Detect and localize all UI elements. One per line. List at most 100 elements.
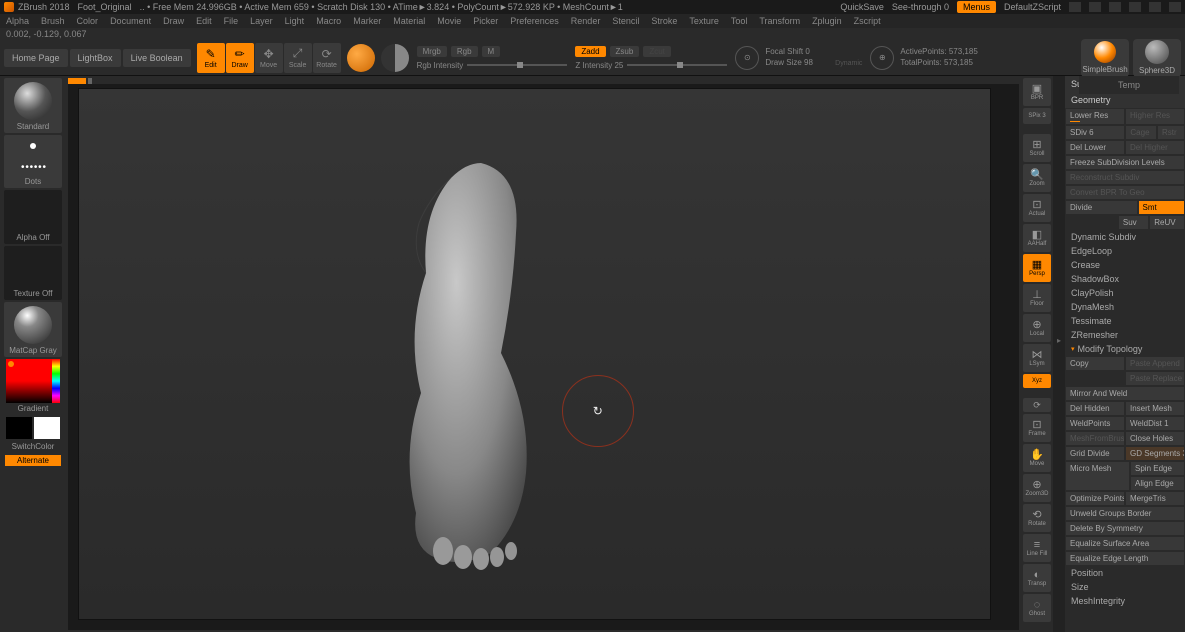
menu-preferences[interactable]: Preferences — [510, 16, 559, 26]
live-boolean-button[interactable]: Live Boolean — [123, 49, 191, 67]
draw-size-label[interactable]: Draw Size 98 — [765, 58, 813, 67]
del-hidden-button[interactable]: Del Hidden — [1065, 401, 1125, 416]
menu-stroke[interactable]: Stroke — [651, 16, 677, 26]
lightbox-button[interactable]: LightBox — [70, 49, 121, 67]
sculptris-button[interactable] — [381, 44, 409, 72]
menu-zscript[interactable]: Zscript — [854, 16, 881, 26]
dynamic-toggle[interactable]: Dynamic — [835, 60, 862, 67]
modify-topology-section[interactable]: ▾Modify Topology — [1065, 342, 1185, 356]
mirror-weld-button[interactable]: Mirror And Weld — [1065, 386, 1185, 401]
weld-points-button[interactable]: WeldPoints — [1065, 416, 1125, 431]
rotate-view-button[interactable]: ⟲Rotate — [1023, 504, 1051, 532]
frame-button[interactable]: ⊡Frame — [1023, 414, 1051, 442]
seethrough-slider[interactable]: See-through 0 — [892, 2, 949, 12]
rgb-button[interactable]: Rgb — [451, 46, 478, 57]
header-icon-5[interactable] — [1149, 2, 1161, 12]
del-lower-button[interactable]: Del Lower — [1065, 140, 1125, 155]
xyz-button[interactable]: Xyz — [1023, 374, 1051, 388]
cage-button[interactable]: Cage — [1125, 125, 1157, 140]
menu-light[interactable]: Light — [285, 16, 305, 26]
floor-button[interactable]: ⊥Floor — [1023, 284, 1051, 312]
close-holes-button[interactable]: Close Holes — [1125, 431, 1185, 446]
menu-macro[interactable]: Macro — [316, 16, 341, 26]
gd-segments-slider[interactable]: GD Segments 3 — [1125, 446, 1185, 461]
menu-edit[interactable]: Edit — [196, 16, 212, 26]
unweld-groups-button[interactable]: Unweld Groups Border — [1065, 506, 1185, 521]
switch-color-button[interactable]: SwitchColor — [12, 442, 55, 451]
scale-mode-button[interactable]: ⤢Scale — [284, 43, 312, 73]
material-selector[interactable]: MatCap Gray — [4, 302, 62, 357]
mesh-from-brush-button[interactable]: MeshFromBrush — [1065, 431, 1125, 446]
draw-mode-button[interactable]: ✏Draw — [226, 43, 254, 73]
home-page-button[interactable]: Home Page — [4, 49, 68, 67]
smt-button[interactable]: Smt — [1138, 200, 1185, 215]
menu-document[interactable]: Document — [110, 16, 151, 26]
shadowbox-section[interactable]: ShadowBox — [1065, 272, 1185, 286]
crease-section[interactable]: Crease — [1065, 258, 1185, 272]
menu-alpha[interactable]: Alpha — [6, 16, 29, 26]
menu-file[interactable]: File — [224, 16, 239, 26]
main-color-swatch[interactable] — [6, 417, 32, 439]
higher-res-button[interactable]: Higher Res — [1125, 108, 1185, 125]
position-section[interactable]: Position — [1065, 566, 1185, 580]
menu-movie[interactable]: Movie — [437, 16, 461, 26]
claypolish-section[interactable]: ClayPolish — [1065, 286, 1185, 300]
history-bar[interactable] — [68, 78, 1019, 84]
del-higher-button[interactable]: Del Higher — [1125, 140, 1185, 155]
menu-tool[interactable]: Tool — [731, 16, 748, 26]
menu-material[interactable]: Material — [393, 16, 425, 26]
ghost-button[interactable]: ◌Ghost — [1023, 594, 1051, 622]
convert-bpr-button[interactable]: Convert BPR To Geo — [1065, 185, 1185, 200]
quicksave-button[interactable]: QuickSave — [840, 2, 884, 12]
rotate-indicator[interactable]: ⟳ — [1023, 398, 1051, 412]
scroll-button[interactable]: ⊞Scroll — [1023, 134, 1051, 162]
zadd-button[interactable]: Zadd — [575, 46, 605, 57]
actual-button[interactable]: ⊡Actual — [1023, 194, 1051, 222]
rstr-button[interactable]: Rstr — [1157, 125, 1185, 140]
divide-button[interactable]: Divide — [1065, 200, 1138, 215]
header-icon-1[interactable] — [1069, 2, 1081, 12]
menus-button[interactable]: Menus — [957, 1, 996, 13]
menu-texture[interactable]: Texture — [689, 16, 719, 26]
default-zscript[interactable]: DefaultZScript — [1004, 2, 1061, 12]
grid-divide-button[interactable]: Grid Divide — [1065, 446, 1125, 461]
equalize-surface-button[interactable]: Equalize Surface Area — [1065, 536, 1185, 551]
insert-mesh-button[interactable]: Insert Mesh — [1125, 401, 1185, 416]
bpr-button[interactable]: ▣BPR — [1023, 78, 1051, 106]
menu-color[interactable]: Color — [77, 16, 99, 26]
move-mode-button[interactable]: ✥Move — [255, 43, 283, 73]
geometry-header[interactable]: Geometry — [1065, 92, 1185, 108]
paste-append-button[interactable]: Paste Append — [1125, 356, 1185, 371]
mrgb-button[interactable]: Mrgb — [417, 46, 447, 57]
gizmo-button[interactable] — [347, 44, 375, 72]
optimize-points-button[interactable]: Optimize Points — [1065, 491, 1125, 506]
mesh-integrity-section[interactable]: MeshIntegrity — [1065, 594, 1185, 608]
focal-shift-icon[interactable]: ⊙ — [735, 46, 759, 70]
texture-selector[interactable]: Texture Off — [4, 246, 62, 300]
rotate-mode-button[interactable]: ⟳Rotate — [313, 43, 341, 73]
menu-zplugin[interactable]: Zplugin — [812, 16, 842, 26]
menu-transform[interactable]: Transform — [759, 16, 800, 26]
copy-button[interactable]: Copy — [1065, 356, 1125, 371]
local-button[interactable]: ⊕Local — [1023, 314, 1051, 342]
persp-button[interactable]: ▦Persp — [1023, 254, 1051, 282]
edit-mode-button[interactable]: ✎Edit — [197, 43, 225, 73]
alternate-button[interactable]: Alternate — [5, 455, 61, 466]
freeze-subd-button[interactable]: Freeze SubDivision Levels — [1065, 155, 1185, 170]
zremesher-section[interactable]: ZRemesher — [1065, 328, 1185, 342]
header-icon-2[interactable] — [1089, 2, 1101, 12]
menu-picker[interactable]: Picker — [473, 16, 498, 26]
spin-edge-button[interactable]: Spin Edge — [1130, 461, 1185, 476]
stroke-selector[interactable]: Dots — [4, 135, 62, 188]
lsym-button[interactable]: ⋈LSym — [1023, 344, 1051, 372]
header-icon-6[interactable] — [1169, 2, 1181, 12]
lower-res-button[interactable]: Lower Res — [1065, 108, 1125, 125]
size-section[interactable]: Size — [1065, 580, 1185, 594]
edgeloop-section[interactable]: EdgeLoop — [1065, 244, 1185, 258]
sphere3d-tool[interactable]: Sphere3D — [1133, 39, 1181, 77]
menu-stencil[interactable]: Stencil — [612, 16, 639, 26]
z-intensity-slider[interactable] — [627, 64, 727, 66]
align-edge-button[interactable]: Align Edge — [1130, 476, 1185, 491]
simplebrush-tool[interactable]: SimpleBrush — [1081, 39, 1129, 77]
menu-marker[interactable]: Marker — [353, 16, 381, 26]
